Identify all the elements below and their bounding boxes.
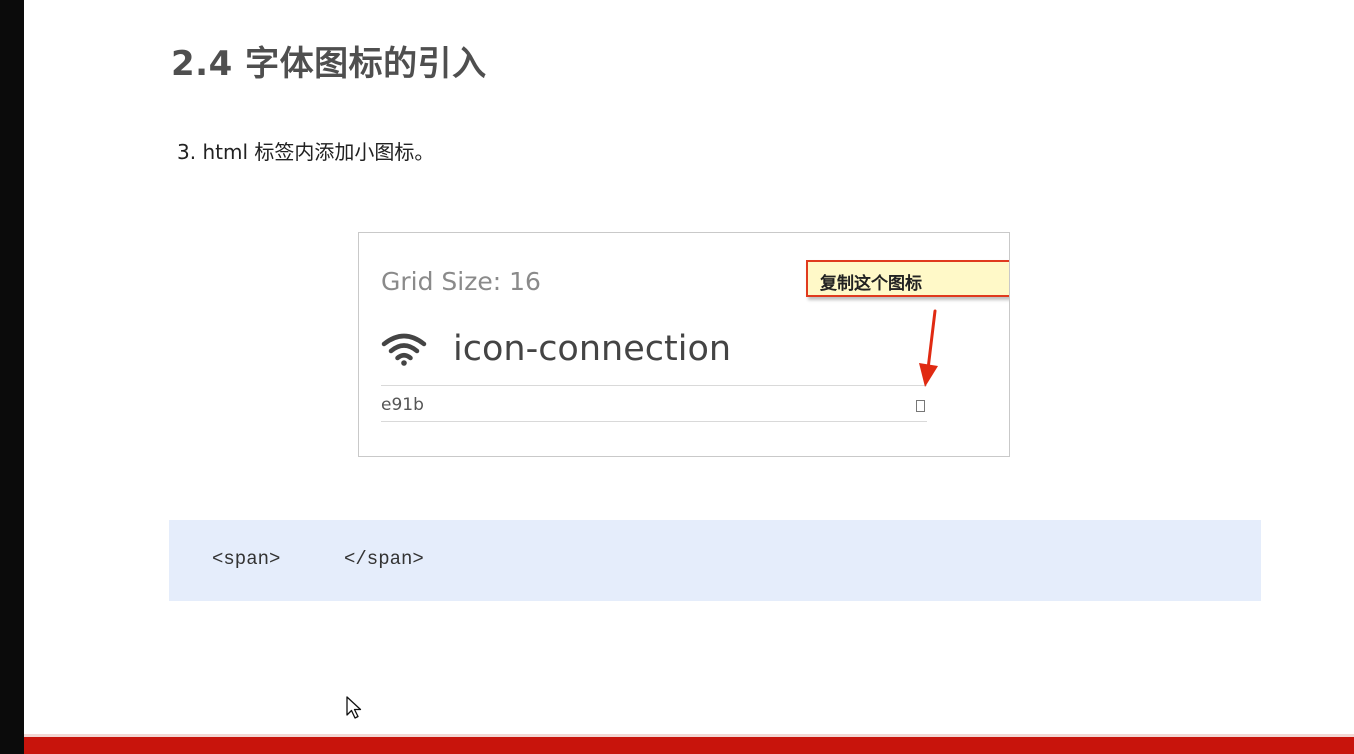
code-open-tag: <span> xyxy=(212,548,281,570)
mouse-cursor-icon xyxy=(346,696,362,719)
arrow-down-icon xyxy=(919,309,938,387)
slide: 2.4 字体图标的引入 3. html 标签内添加小图标。 Grid Size:… xyxy=(0,0,1354,754)
wifi-icon xyxy=(381,333,427,366)
left-edge-bar xyxy=(0,0,24,754)
divider xyxy=(381,421,927,422)
unicode-value: e91b xyxy=(381,395,424,415)
code-block: <span> </span> xyxy=(169,520,1261,601)
grid-size-label: Grid Size: 16 xyxy=(381,267,541,296)
icon-glyph-char[interactable] xyxy=(916,400,925,412)
code-close-tag: </span> xyxy=(344,548,424,570)
callout-note: 复制这个图标 xyxy=(806,260,1009,297)
footer-bar xyxy=(24,737,1354,754)
icon-name: icon-connection xyxy=(453,329,732,369)
step-text: 3. html 标签内添加小图标。 xyxy=(177,140,435,164)
callout-text: 复制这个图标 xyxy=(820,274,922,294)
divider xyxy=(381,385,927,386)
slide-title: 2.4 字体图标的引入 xyxy=(171,44,487,84)
icon-card-screenshot: Grid Size: 16 icon-connection e91b 复制这个图… xyxy=(358,232,1010,457)
